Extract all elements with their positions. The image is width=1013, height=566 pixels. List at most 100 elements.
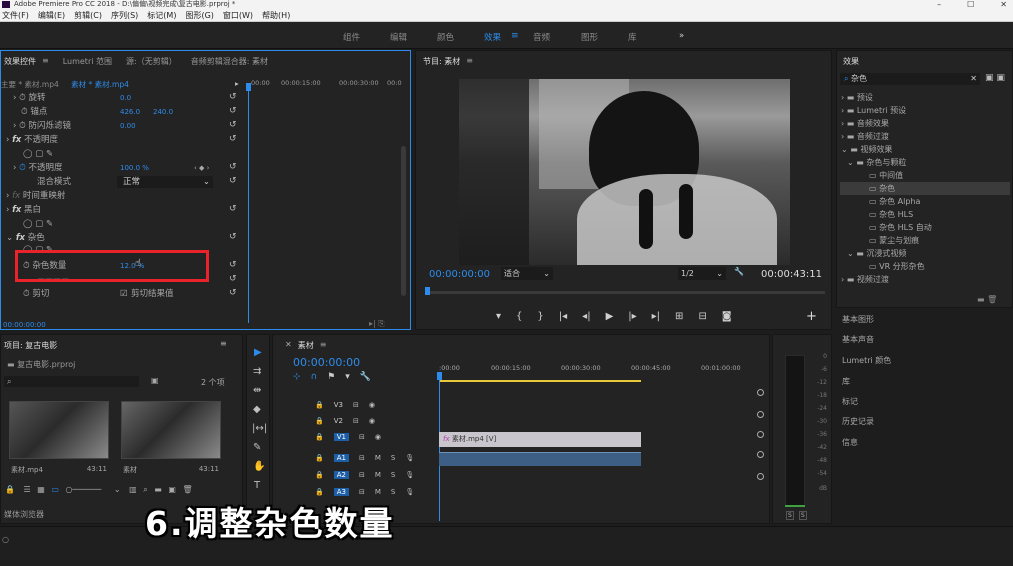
tree-noise-alpha[interactable]: ▭ 杂色 Alpha (869, 195, 920, 208)
tree-video-effects[interactable]: ⌄ ▬ 视频效果 (841, 143, 892, 156)
sync-lock-icon[interactable]: ⊟ (353, 401, 359, 409)
workspace-more-icon[interactable]: » (679, 31, 684, 41)
automate-icon[interactable]: ▥ (129, 485, 137, 494)
play-only-icon[interactable]: ▸ (235, 79, 239, 88)
effect-controls-scrollbar[interactable] (401, 146, 406, 296)
go-to-in-icon[interactable]: |◂ (559, 311, 567, 325)
reset-icon[interactable]: ↺ (229, 176, 237, 186)
mic-icon[interactable]: 🎙 (405, 488, 414, 496)
menu-window[interactable]: 窗口(W) (223, 9, 253, 21)
workspace-color[interactable]: 颜色 (437, 31, 454, 43)
keyframe-nav-icon[interactable]: ‹ ◆ › (194, 161, 209, 175)
timeline-settings-icon[interactable]: 🔧 (360, 372, 371, 382)
master-clip-label[interactable]: 主要 * 素材.mp4 (1, 80, 59, 89)
effects-panel-title[interactable]: 效果 (843, 56, 859, 67)
mark-in-icon[interactable]: { (516, 311, 522, 325)
tree-noise-selected[interactable]: ▭ 杂色 (840, 182, 1010, 195)
tree-noise-grain[interactable]: ⌄ ▬ 杂色与颗粒 (847, 156, 906, 169)
panel-menu-icon[interactable]: ≡ (220, 339, 227, 348)
pen-tool-icon[interactable]: ✎ (253, 442, 261, 453)
lock-icon[interactable]: 🔒 (315, 401, 324, 409)
lift-icon[interactable]: ⊞ (675, 311, 683, 325)
tab-audio-clip-mixer[interactable]: 音频剪辑混合器: 素材 (191, 56, 268, 67)
panel-essential-sound[interactable]: 基本声音 (842, 334, 874, 345)
eye-icon[interactable]: ◉ (369, 401, 375, 409)
tree-immersive-video[interactable]: ⌄ ▬ 沉浸式视频 (847, 247, 906, 260)
lock-icon[interactable]: 🔒 (315, 488, 324, 496)
fx-icon[interactable]: fx (16, 233, 25, 243)
linked-selection-icon[interactable]: ⚑ (327, 372, 335, 382)
anchor-y-value[interactable]: 240.0 (153, 105, 173, 119)
menu-edit[interactable]: 编辑(E) (38, 9, 65, 21)
reset-icon[interactable]: ↺ (229, 232, 237, 242)
stopwatch-icon[interactable]: ⏱ (19, 93, 26, 103)
tab-media-browser[interactable]: 媒体浏览器 (4, 509, 44, 520)
panel-info[interactable]: 信息 (842, 437, 858, 448)
clear-search-icon[interactable]: ✕ (970, 73, 977, 85)
mark-out-icon[interactable]: } (537, 311, 543, 325)
ellipse-mask-icon[interactable]: ◯ (23, 149, 33, 159)
eye-icon[interactable]: ◉ (369, 417, 375, 425)
close-tab-icon[interactable]: ✕ (285, 340, 292, 351)
lock-icon[interactable]: 🔒 (315, 433, 324, 441)
work-area-bar[interactable] (439, 380, 641, 382)
play-icon[interactable]: ▶ (606, 311, 614, 325)
mic-icon[interactable]: 🎙 (405, 454, 414, 462)
accelerated-effects-icon[interactable]: ▣ ▣ (985, 73, 1005, 83)
black-white-effect-row[interactable]: › fx 黑白 (1, 203, 41, 217)
reset-icon[interactable]: ↺ (229, 120, 237, 130)
tab-effect-controls[interactable]: 效果控件 (4, 56, 36, 67)
tree-median[interactable]: ▭ 中间值 (869, 169, 903, 182)
close-button[interactable]: ✕ (1000, 0, 1007, 9)
solo-left-button[interactable]: S (786, 511, 794, 520)
reset-icon[interactable]: ↺ (229, 134, 237, 144)
timeline-scroll-handles[interactable] (757, 389, 764, 519)
tree-video-transitions[interactable]: › ▬ 视频过渡 (841, 273, 889, 286)
slip-tool-icon[interactable]: |↔| (252, 423, 267, 434)
reset-icon[interactable]: ↺ (229, 162, 237, 172)
mic-icon[interactable]: 🎙 (405, 471, 414, 479)
lock-icon[interactable]: 🔒 (315, 417, 324, 425)
add-button-icon[interactable]: + (806, 309, 817, 324)
blend-mode-select[interactable]: 正常 ⌄ (117, 176, 213, 188)
timeline-timecode[interactable]: 00:00:00:00 (293, 356, 360, 369)
selection-tool-icon[interactable]: ▶ (254, 347, 262, 358)
menu-help[interactable]: 帮助(H) (262, 9, 290, 21)
tree-noise-hls[interactable]: ▭ 杂色 HLS (869, 208, 913, 221)
sort-icon[interactable]: ⌄ (114, 485, 121, 494)
reset-icon[interactable]: ↺ (229, 204, 237, 214)
sync-lock-icon[interactable]: ⊟ (353, 417, 359, 425)
panel-markers[interactable]: 标记 (842, 396, 858, 407)
stopwatch-icon[interactable]: ⏱ (21, 107, 28, 117)
resolution-select[interactable]: 1/2 ⌄ (678, 267, 726, 280)
panel-essential-graphics[interactable]: 基本图形 (842, 314, 874, 325)
flicker-value[interactable]: 0.00 (120, 119, 136, 133)
sync-lock-icon[interactable]: ⊟ (359, 454, 365, 462)
workspace-assembly[interactable]: 组件 (343, 31, 360, 43)
settings-icon[interactable]: 🔧 (734, 267, 744, 276)
new-item-icon[interactable]: ▣ (168, 485, 176, 494)
sync-lock-icon[interactable]: ⊟ (359, 488, 365, 496)
effect-controls-timecode[interactable]: 00:00:00:00 (3, 321, 46, 329)
program-timecode[interactable]: 00:00:00:00 (429, 269, 490, 280)
video-clip[interactable]: fx 素材.mp4 [V] (439, 432, 641, 447)
fx-icon[interactable]: fx (12, 135, 21, 145)
reset-icon[interactable]: ↺ (229, 92, 237, 102)
stopwatch-icon[interactable]: ⏱ (19, 121, 26, 131)
nest-icon[interactable]: ⊹ (293, 372, 301, 382)
panel-libraries[interactable]: 库 (842, 376, 850, 387)
tree-lumetri-presets[interactable]: › ▬ Lumetri 预设 (841, 104, 906, 117)
new-bin-icon[interactable]: ▬ 🗑 (977, 295, 997, 304)
tree-audio-effects[interactable]: › ▬ 音频效果 (841, 117, 889, 130)
eye-icon[interactable]: ◉ (375, 433, 381, 441)
tree-noise-hls-auto[interactable]: ▭ 杂色 HLS 自动 (869, 221, 932, 234)
ripple-edit-tool-icon[interactable]: ⇹ (253, 385, 261, 396)
find-icon[interactable]: ⌕ (143, 485, 147, 494)
workspace-audio[interactable]: 音频 (533, 31, 550, 43)
razor-tool-icon[interactable]: ◆ (253, 404, 261, 415)
type-tool-icon[interactable]: T (254, 480, 260, 491)
clip-result-checkbox[interactable]: ☑ (120, 287, 128, 301)
minimize-button[interactable]: – (937, 0, 941, 9)
icon-view-icon[interactable]: ▦ (37, 485, 45, 494)
tab-sequence[interactable]: 素材 (298, 340, 314, 351)
